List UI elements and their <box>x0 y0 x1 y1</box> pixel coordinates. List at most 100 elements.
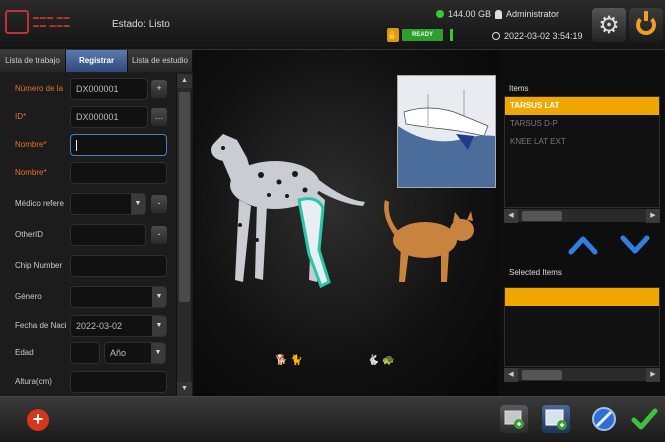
form-scrollbar[interactable]: ▲ ▼ <box>176 74 192 396</box>
form-row-other-id: OtherID - <box>0 222 175 248</box>
disk-status-icon <box>436 10 444 18</box>
ready-badge: READY <box>402 29 444 41</box>
clock: 2022-03-02 3:54:19 <box>492 31 583 41</box>
referring-doctor-button[interactable]: - <box>151 195 167 213</box>
form-row-birth-date: Fecha de Naci 2022-03-02 ▼ <box>0 313 175 339</box>
tab-register[interactable]: Registrar <box>66 50 128 72</box>
small-animals-species-icon[interactable]: 🐇 🐢 <box>367 355 395 366</box>
user-icon <box>495 9 503 19</box>
name1-field[interactable] <box>70 134 167 156</box>
form-row-id: ID* DX000001 … <box>0 104 175 130</box>
exam-add-icon <box>545 409 567 430</box>
items-list: TARSUS LAT TARSUS D-P KNEE LAT EXT <box>504 96 660 208</box>
gender-label: Género <box>15 292 42 301</box>
selected-items-title: Selected Items <box>509 268 562 277</box>
age-label: Edad <box>15 348 34 357</box>
hand-icon: ✋ <box>387 28 399 42</box>
patient-number-field[interactable]: DX000001 <box>70 78 148 100</box>
form-row-name2: Nombre* <box>0 160 175 186</box>
tab-bar: Lista de trabajo Registrar Lista de estu… <box>0 50 193 72</box>
patient-number-label: Número de la <box>15 84 64 93</box>
birth-date-value: 2022-03-02 <box>76 321 123 331</box>
form-row-name1: Nombre* <box>0 132 175 158</box>
company-logo: ▬▬▬ ▬▬ ▬▬ ▬▬▬ <box>5 8 75 38</box>
list-item[interactable]: TARSUS LAT <box>505 97 659 115</box>
selected-items-scrollbar[interactable]: ◀ ▶ <box>504 367 660 382</box>
scroll-left-icon[interactable]: ◀ <box>504 209 518 223</box>
checkmark-icon <box>631 408 658 430</box>
name2-label: Nombre* <box>15 168 47 177</box>
image-add-icon <box>504 410 524 429</box>
user-name: Administrator <box>506 9 560 19</box>
other-id-button[interactable]: - <box>151 226 167 244</box>
clock-icon <box>492 32 500 40</box>
id-field[interactable]: DX000001 <box>70 106 148 128</box>
birth-date-label: Fecha de Naci <box>15 321 67 330</box>
datetime: 2022-03-02 3:54:19 <box>504 31 583 41</box>
scrollbar-thumb[interactable] <box>522 370 562 380</box>
scrollbar-thumb[interactable] <box>179 92 190 302</box>
id-options-button[interactable]: … <box>151 108 167 126</box>
referring-doctor-label: Médico refere <box>15 199 64 208</box>
add-patient-button[interactable]: + <box>27 409 49 431</box>
top-bar: ▬▬▬ ▬▬ ▬▬ ▬▬▬ Estado: Listo 144.00 GB Adm… <box>0 0 665 50</box>
form-row-patient-number: Número de la DX000001 + <box>0 76 175 102</box>
chevron-down-icon: ▼ <box>152 316 166 336</box>
height-label: Altura(cm) <box>15 377 52 386</box>
power-button[interactable] <box>629 8 663 42</box>
age-unit-select[interactable]: Año ▼ <box>104 342 166 364</box>
disk-space: 144.00 GB <box>448 9 492 19</box>
list-item[interactable]: TARSUS D-P <box>505 115 659 133</box>
power-icon <box>636 11 656 35</box>
list-item[interactable] <box>505 288 659 306</box>
scrollbar-thumb[interactable] <box>522 211 562 221</box>
other-id-field[interactable] <box>70 224 146 246</box>
logo-mark <box>5 10 29 34</box>
scroll-left-icon[interactable]: ◀ <box>504 368 518 382</box>
age-unit-value: Año <box>110 348 127 358</box>
xray-thumbnail[interactable] <box>397 75 496 188</box>
scroll-right-icon[interactable]: ▶ <box>646 209 660 223</box>
status-label: Estado: Listo <box>112 19 170 30</box>
items-panel: Items TARSUS LAT TARSUS D-P KNEE LAT EXT… <box>500 50 665 396</box>
import-image-button[interactable] <box>500 405 528 433</box>
list-item[interactable]: KNEE LAT EXT <box>505 133 659 151</box>
form-row-chip-number: Chip Number <box>0 253 175 279</box>
id-label: ID* <box>15 112 27 121</box>
birth-date-picker[interactable]: 2022-03-02 ▼ <box>70 315 167 337</box>
scroll-up-icon[interactable]: ▲ <box>177 74 192 88</box>
anatomy-viewer[interactable]: 🐕 🐈 🐇 🐢 <box>195 50 498 396</box>
dog-cat-species-icon[interactable]: 🐕 🐈 <box>275 355 303 366</box>
xray-thumbnail-image <box>398 76 495 187</box>
scroll-down-icon[interactable]: ▼ <box>177 382 192 396</box>
move-up-button[interactable] <box>568 234 598 256</box>
items-title: Items <box>509 84 529 93</box>
height-field[interactable] <box>70 371 167 393</box>
patient-number-button[interactable]: + <box>151 80 167 98</box>
name2-field[interactable] <box>70 162 167 184</box>
registration-panel: Lista de trabajo Registrar Lista de estu… <box>0 50 193 396</box>
gender-select[interactable]: ▼ <box>70 286 167 308</box>
cancel-button[interactable] <box>590 405 618 433</box>
age-field[interactable] <box>70 342 100 364</box>
new-exam-button[interactable] <box>542 405 570 433</box>
prohibit-icon <box>592 407 616 431</box>
tab-study-list[interactable]: Lista de estudio <box>128 50 193 72</box>
tab-worklist[interactable]: Lista de trabajo <box>0 50 66 72</box>
bottom-toolbar: + <box>0 396 665 442</box>
form-row-height: Altura(cm) <box>0 369 175 395</box>
gear-icon: ⚙ <box>598 11 620 39</box>
battery-icon <box>450 29 454 41</box>
chip-number-label: Chip Number <box>15 261 63 270</box>
confirm-button[interactable] <box>630 405 658 433</box>
items-scrollbar[interactable]: ◀ ▶ <box>504 208 660 223</box>
move-down-button[interactable] <box>620 234 650 256</box>
chevron-down-icon: ▼ <box>131 194 145 214</box>
scroll-right-icon[interactable]: ▶ <box>646 368 660 382</box>
settings-button[interactable]: ⚙ <box>592 8 626 42</box>
referring-doctor-select[interactable]: ▼ <box>70 193 146 215</box>
chip-number-field[interactable] <box>70 255 167 277</box>
cat-figure <box>384 200 474 282</box>
chevron-down-icon: ▼ <box>152 287 166 307</box>
chevron-down-icon: ▼ <box>151 343 165 363</box>
